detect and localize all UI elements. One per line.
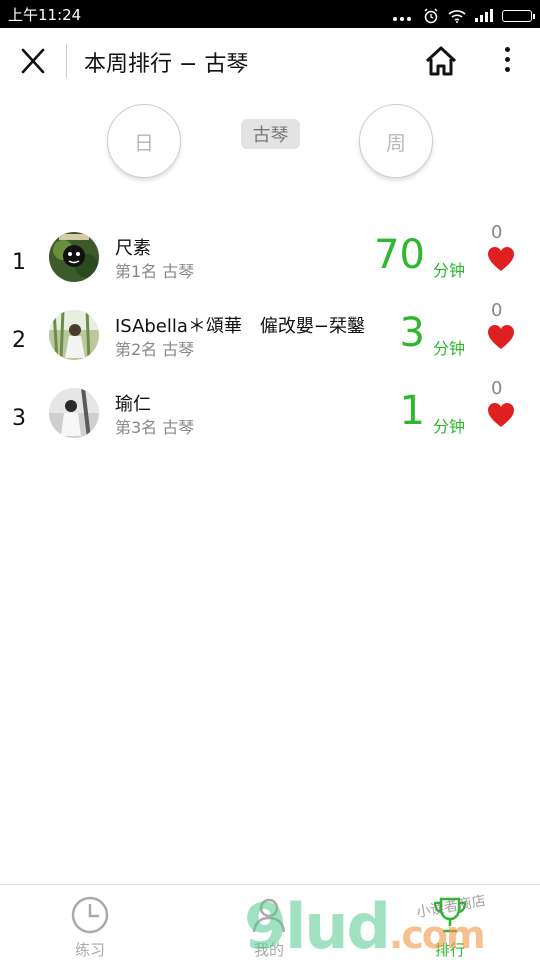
minutes-unit: 分钟 xyxy=(433,261,466,280)
like-button[interactable] xyxy=(487,324,515,350)
page-title: 本周排行 − 古琴 xyxy=(84,52,249,77)
user-name: ISAbella＊頌華 僱改嬰−栞鑿 xyxy=(115,316,365,337)
period-day-label: 日 xyxy=(134,130,154,155)
status-bar: 上午11:24 xyxy=(0,0,540,28)
heart-icon xyxy=(488,325,514,349)
user-rank-subtitle: 第2名 古琴 xyxy=(115,340,195,359)
nav-mine[interactable]: 我的 xyxy=(229,891,309,959)
nav-practice-label: 练习 xyxy=(74,941,105,959)
heart-icon xyxy=(488,247,514,271)
nav-mine-label: 我的 xyxy=(253,941,284,959)
ranking-row[interactable]: 3 瑜仁 第3名 古琴 1 分钟 0 xyxy=(0,378,540,460)
signal-icon xyxy=(475,9,493,22)
trophy-icon xyxy=(433,897,467,933)
user-name: 尺素 xyxy=(115,238,151,259)
alarm-icon xyxy=(424,7,438,23)
practice-minutes: 3 xyxy=(399,310,425,356)
more-vertical-icon xyxy=(496,47,518,72)
clock-icon xyxy=(71,896,109,934)
user-icon xyxy=(252,898,286,933)
user-rank-subtitle: 第1名 古琴 xyxy=(115,262,195,281)
status-time: 上午11:24 xyxy=(8,6,82,24)
avatar[interactable] xyxy=(49,310,99,360)
minutes-unit: 分钟 xyxy=(433,339,466,358)
title-bar: 本周排行 − 古琴 xyxy=(0,28,540,94)
rank-number: 2 xyxy=(12,328,26,353)
user-rank-subtitle: 第3名 古琴 xyxy=(115,418,195,437)
period-week-button[interactable]: 周 xyxy=(359,104,433,178)
like-count: 0 xyxy=(491,378,503,399)
ranking-row[interactable]: 2 ISAbella＊頌華 僱改嬰−栞鑿 第2名 古琴 3 分钟 0 xyxy=(0,300,540,382)
like-button[interactable] xyxy=(487,246,515,272)
heart-icon xyxy=(488,403,514,427)
nav-rank[interactable]: 排行 xyxy=(410,891,490,959)
home-button[interactable] xyxy=(423,44,459,78)
home-icon xyxy=(425,46,457,76)
rank-number: 1 xyxy=(12,250,26,275)
practice-minutes: 70 xyxy=(374,232,425,278)
ranking-row[interactable]: 1 尺素 第1名 古琴 70 分钟 0 xyxy=(0,222,540,304)
practice-minutes: 1 xyxy=(399,388,425,434)
category-label: 古琴 xyxy=(252,125,289,146)
rank-number: 3 xyxy=(12,406,26,431)
close-icon xyxy=(21,48,45,74)
minutes-unit: 分钟 xyxy=(433,417,466,436)
bottom-nav: 练习 我的 排行 xyxy=(0,884,540,960)
title-divider xyxy=(66,44,67,78)
battery-icon xyxy=(502,9,535,22)
nav-rank-label: 排行 xyxy=(434,941,465,959)
like-count: 0 xyxy=(491,222,503,243)
user-name: 瑜仁 xyxy=(115,394,151,415)
nav-practice[interactable]: 练习 xyxy=(50,891,130,959)
status-icons xyxy=(393,6,535,25)
close-button[interactable] xyxy=(16,46,50,76)
wifi-icon xyxy=(448,9,466,23)
period-day-button[interactable]: 日 xyxy=(107,104,181,178)
category-chip[interactable]: 古琴 xyxy=(241,119,300,149)
avatar[interactable] xyxy=(49,232,99,282)
like-button[interactable] xyxy=(487,402,515,428)
more-options-button[interactable] xyxy=(496,44,518,78)
period-week-label: 周 xyxy=(386,130,406,155)
like-count: 0 xyxy=(491,300,503,321)
more-notifications-icon xyxy=(393,6,414,25)
avatar[interactable] xyxy=(49,388,99,438)
